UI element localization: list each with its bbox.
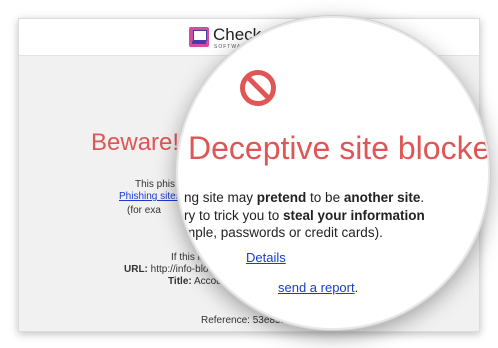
app-logo-icon	[189, 27, 209, 47]
title-label: Title:	[168, 276, 192, 287]
phishing-sites-link[interactable]: Phishing sites	[119, 191, 181, 202]
magnifier-lens: Deceptive site blocked ng site may prete…	[176, 16, 490, 330]
explanation-line2: ry to trick you to steal your informatio…	[184, 208, 425, 223]
report-period: .	[354, 280, 359, 295]
details-link[interactable]: Details	[246, 250, 286, 265]
url-label: URL:	[124, 264, 148, 275]
send-report-link[interactable]: send a report	[278, 280, 355, 295]
blocked-icon	[240, 70, 276, 106]
blocked-headline: Deceptive site blocked	[188, 130, 490, 166]
warning-heading: Beware!	[91, 129, 180, 156]
explanation-line1: ng site may pretend to be another site.	[184, 190, 425, 205]
warning-text-line3: (for exa	[127, 205, 161, 216]
explanation-line3: mple, passwords or credit cards).	[184, 225, 383, 240]
